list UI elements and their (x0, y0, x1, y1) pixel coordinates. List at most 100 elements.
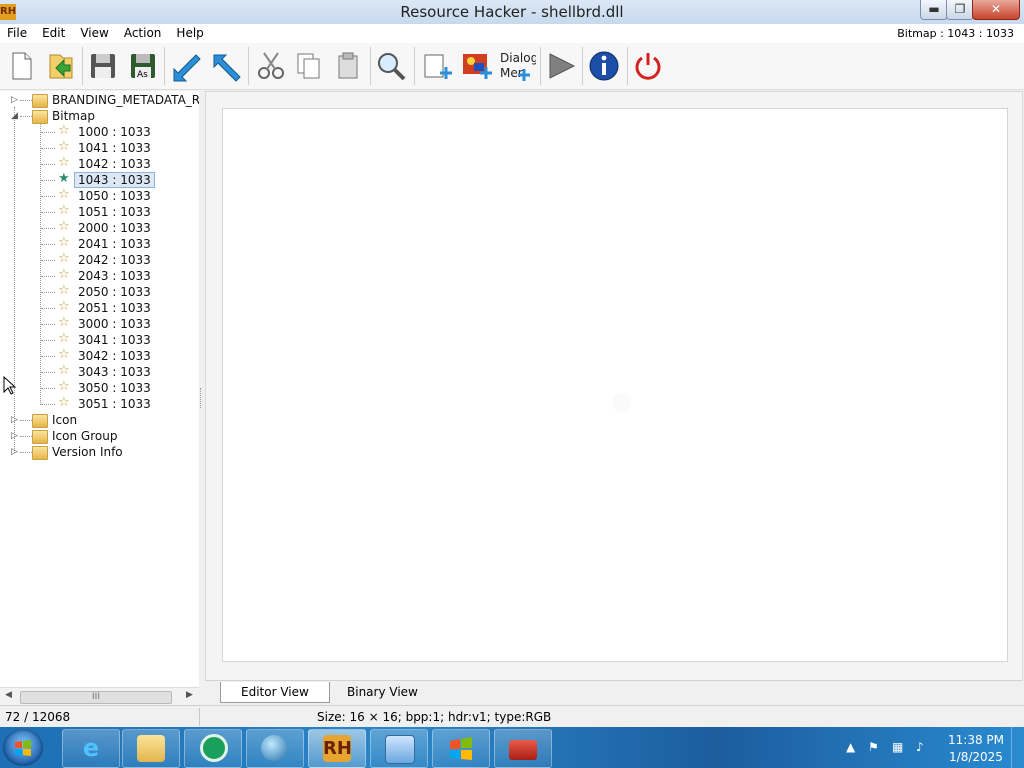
menu-help[interactable]: Help (169, 24, 211, 40)
play-icon[interactable] (544, 49, 578, 83)
panel-splitter[interactable] (199, 91, 204, 705)
taskbar-resource-hacker[interactable]: RH (308, 729, 366, 768)
tree-leaf-label: 3051 : 1033 (78, 397, 151, 411)
open-file-icon[interactable] (44, 49, 78, 83)
compile-arrow-icon[interactable] (168, 49, 202, 83)
expand-arrow-icon[interactable]: ▷ (10, 432, 19, 441)
cut-icon[interactable] (254, 49, 288, 83)
power-icon[interactable] (631, 49, 665, 83)
taskbar-file-explorer[interactable] (122, 729, 180, 768)
splitter-grip[interactable] (200, 388, 203, 408)
taskbar-internet-explorer[interactable]: e (62, 729, 120, 768)
tree-leaf[interactable]: ☆ 2042 : 1033 (0, 252, 199, 268)
tree-leaf[interactable]: ☆ 1000 : 1033 (0, 124, 199, 140)
internet-explorer-icon: e (82, 734, 100, 762)
tree-node-label: BRANDING_METADATA_RE (52, 93, 200, 107)
toolbox-icon (509, 740, 537, 760)
network-icon[interactable]: ▦ (892, 740, 903, 754)
expand-arrow-icon[interactable]: ▷ (10, 96, 19, 105)
menu-action[interactable]: Action (117, 24, 170, 40)
maximize-button[interactable]: ❐ (946, 0, 974, 20)
tree-node-bitmap[interactable]: ◢ Bitmap (0, 108, 199, 124)
tree-leaf[interactable]: ☆ 1042 : 1033 (0, 156, 199, 172)
minimize-button[interactable]: ▬ (920, 0, 948, 20)
window-title: Resource Hacker - shellbrd.dll (400, 3, 624, 21)
tree-leaf[interactable]: ☆ 2050 : 1033 (0, 284, 199, 300)
menu-file[interactable]: File (0, 24, 35, 40)
tree-leaf[interactable]: ☆ 2051 : 1033 (0, 300, 199, 316)
scrollbar-thumb[interactable]: III (20, 691, 172, 704)
tree-leaf[interactable]: ☆ 1041 : 1033 (0, 140, 199, 156)
tree-node-branding[interactable]: ▷ BRANDING_METADATA_RE (0, 92, 199, 108)
mouse-pointer-icon (3, 376, 17, 395)
taskbar-windows-flag-app[interactable] (432, 729, 490, 768)
resource-arrow-icon[interactable] (208, 49, 242, 83)
volume-icon[interactable]: ♪ (916, 740, 924, 754)
bitmap-preview-image (615, 395, 629, 409)
toolbar-separator (82, 47, 83, 85)
scroll-left-icon[interactable]: ◀ (5, 690, 12, 700)
tree-leaf-label: 2051 : 1033 (78, 301, 151, 315)
tree-node-label: Icon (52, 413, 78, 427)
taskbar-green-circle-app[interactable] (184, 729, 242, 768)
star-icon: ☆ (58, 155, 70, 170)
clock-date[interactable]: 1/8/2025 (948, 750, 1004, 764)
star-icon: ☆ (58, 203, 70, 218)
tab-binary-view[interactable]: Binary View (327, 682, 438, 702)
info-icon[interactable] (587, 49, 621, 83)
bitmap-preview-canvas[interactable] (222, 108, 1008, 662)
tree-leaf[interactable]: ☆ 1050 : 1033 (0, 188, 199, 204)
tree-node-version-info[interactable]: ▷ Version Info (0, 444, 199, 460)
new-file-icon[interactable] (4, 49, 38, 83)
menu-view[interactable]: View (73, 24, 116, 40)
tree-leaf[interactable]: ☆ 3050 : 1033 (0, 380, 199, 396)
taskbar-toolbox-app[interactable] (494, 729, 552, 768)
bitmap-info-status: Size: 16 × 16; bpp:1; hdr:v1; type:RGB (317, 710, 552, 724)
tree-horizontal-scrollbar[interactable]: ◀ III ▶ (0, 687, 199, 705)
tree-leaf[interactable]: ☆ 3041 : 1033 (0, 332, 199, 348)
folder-open-icon (32, 110, 48, 124)
save-icon[interactable] (86, 49, 120, 83)
tree-node-icon-group[interactable]: ▷ Icon Group (0, 428, 199, 444)
tree-leaf-label: 2043 : 1033 (78, 269, 151, 283)
folder-icon (32, 430, 48, 444)
tree-leaf[interactable]: ☆ 2043 : 1033 (0, 268, 199, 284)
scroll-right-icon[interactable]: ▶ (186, 690, 193, 700)
save-as-icon[interactable]: As (126, 49, 160, 83)
tree-leaf-selected[interactable]: ★ 1043 : 1033 (0, 172, 199, 188)
action-center-flag-icon[interactable]: ⚑ (868, 740, 879, 754)
show-hidden-icons-icon[interactable]: ▲ (846, 740, 855, 754)
tab-editor-view[interactable]: Editor View (220, 682, 330, 703)
folder-icon (137, 735, 165, 762)
tree-leaf[interactable]: ☆ 3043 : 1033 (0, 364, 199, 380)
tree-leaf[interactable]: ☆ 2041 : 1033 (0, 236, 199, 252)
dialog-menu-icon[interactable]: Dialog Mer (498, 49, 538, 83)
expand-arrow-icon[interactable]: ▷ (10, 416, 19, 425)
resource-status-label: Bitmap : 1043 : 1033 (897, 27, 1014, 40)
tree-leaf-label: 3050 : 1033 (78, 381, 151, 395)
collapse-arrow-icon[interactable]: ◢ (10, 112, 19, 121)
add-image-resource-icon[interactable] (460, 49, 494, 83)
find-icon[interactable] (374, 49, 408, 83)
paste-icon[interactable] (331, 49, 365, 83)
tree-leaf-label: 1043 : 1033 (74, 172, 155, 188)
menu-edit[interactable]: Edit (35, 24, 73, 40)
tree-leaf[interactable]: ☆ 3000 : 1033 (0, 316, 199, 332)
start-button[interactable] (3, 729, 43, 766)
tree-leaf[interactable]: ☆ 3042 : 1033 (0, 348, 199, 364)
tree-leaf[interactable]: ☆ 1051 : 1033 (0, 204, 199, 220)
show-desktop-button[interactable] (1011, 727, 1024, 768)
svg-text:Dialog: Dialog (500, 51, 536, 65)
tree-leaf[interactable]: ☆ 2000 : 1033 (0, 220, 199, 236)
add-blank-resource-icon[interactable] (420, 49, 454, 83)
close-button[interactable]: ✕ (972, 0, 1020, 20)
star-icon: ☆ (58, 235, 70, 250)
copy-icon[interactable] (292, 49, 326, 83)
taskbar-control-panel[interactable] (370, 729, 428, 768)
clock-time[interactable]: 11:38 PM (948, 733, 1004, 747)
expand-arrow-icon[interactable]: ▷ (10, 448, 19, 457)
resource-tree[interactable]: ▷ BRANDING_METADATA_RE ◢ Bitmap ☆ 1000 : … (0, 91, 200, 705)
tree-node-icon[interactable]: ▷ Icon (0, 412, 199, 428)
tree-leaf[interactable]: ☆ 3051 : 1033 (0, 396, 199, 412)
taskbar-globe-app[interactable] (246, 729, 304, 768)
